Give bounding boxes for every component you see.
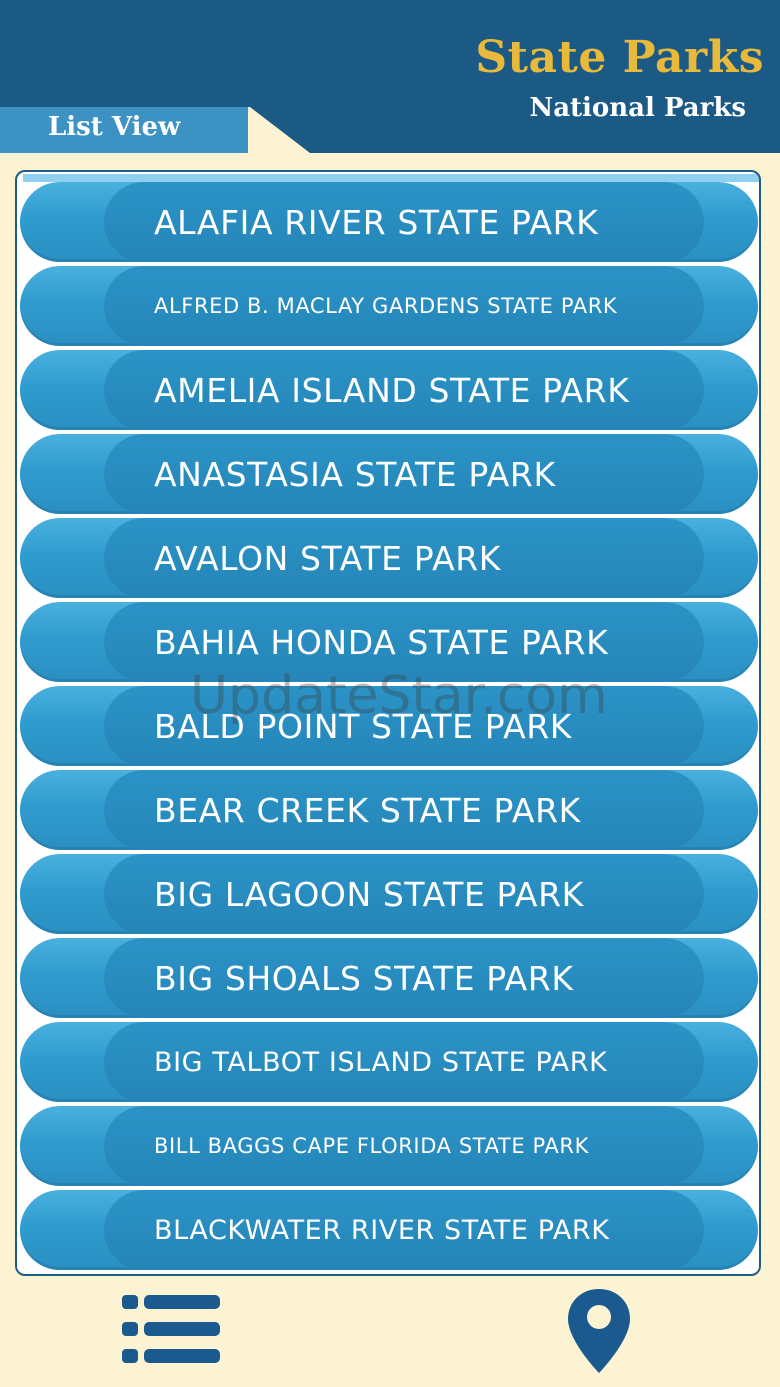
park-list-item[interactable]: ALFRED B. MACLAY GARDENS STATE PARK xyxy=(20,264,758,348)
park-list-item[interactable]: BAHIA HONDA STATE PARK xyxy=(20,600,758,684)
park-list-item[interactable]: ALAFIA RIVER STATE PARK xyxy=(20,180,758,264)
park-name: BILL BAGGS CAPE FLORIDA STATE PARK xyxy=(154,1134,589,1158)
park-list-item[interactable]: BEAR CREEK STATE PARK xyxy=(20,768,758,852)
park-list-item[interactable]: BIG TALBOT ISLAND STATE PARK xyxy=(20,1020,758,1104)
app-subtitle: National Parks xyxy=(529,93,746,123)
park-list-item[interactable]: ANASTASIA STATE PARK xyxy=(20,432,758,516)
park-list-item[interactable]: BIG SHOALS STATE PARK xyxy=(20,936,758,1020)
park-name: ANASTASIA STATE PARK xyxy=(154,454,556,494)
park-name: AVALON STATE PARK xyxy=(154,538,502,578)
park-list[interactable]: ALAFIA RIVER STATE PARK ALFRED B. MACLAY … xyxy=(15,170,761,1276)
park-name: ALAFIA RIVER STATE PARK xyxy=(154,202,599,242)
park-name: BIG SHOALS STATE PARK xyxy=(154,958,574,998)
park-name: BLACKWATER RIVER STATE PARK xyxy=(154,1214,610,1246)
park-list-item[interactable]: AVALON STATE PARK xyxy=(20,516,758,600)
park-name: ALFRED B. MACLAY GARDENS STATE PARK xyxy=(154,294,618,318)
park-name: AMELIA ISLAND STATE PARK xyxy=(154,370,630,410)
park-list-item[interactable]: BLACKWATER RIVER STATE PARK xyxy=(20,1188,758,1272)
app-title: State Parks xyxy=(475,32,764,83)
park-name: BAHIA HONDA STATE PARK xyxy=(154,622,609,662)
map-pin-icon[interactable] xyxy=(566,1287,632,1379)
park-name: BALD POINT STATE PARK xyxy=(154,706,573,746)
park-list-item[interactable]: AMELIA ISLAND STATE PARK xyxy=(20,348,758,432)
park-list-item[interactable]: BIG LAGOON STATE PARK xyxy=(20,852,758,936)
park-name: BEAR CREEK STATE PARK xyxy=(154,790,581,830)
list-icon[interactable] xyxy=(122,1293,222,1369)
park-list-item[interactable]: BILL BAGGS CAPE FLORIDA STATE PARK xyxy=(20,1104,758,1188)
park-list-item[interactable]: BALD POINT STATE PARK xyxy=(20,684,758,768)
park-name: BIG LAGOON STATE PARK xyxy=(154,874,584,914)
list-view-tab-label: List View xyxy=(48,112,181,142)
park-name: BIG TALBOT ISLAND STATE PARK xyxy=(154,1046,608,1078)
